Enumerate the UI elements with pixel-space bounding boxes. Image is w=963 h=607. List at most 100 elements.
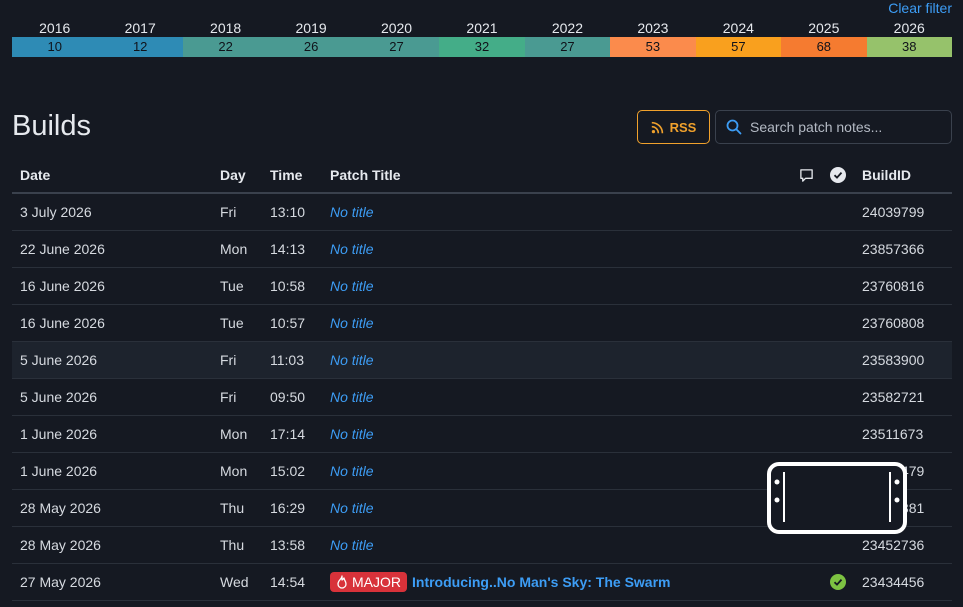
row-day: Thu	[220, 537, 245, 553]
column-date[interactable]: Date	[12, 167, 220, 183]
gaben-logo-icon	[767, 462, 907, 534]
year-count-bar[interactable]: 27	[524, 37, 611, 57]
row-buildid: 23434456	[862, 574, 925, 590]
search-box[interactable]	[715, 110, 952, 144]
table-row[interactable]: 22 June 2026 Mon 14:13 No title 23857366	[12, 231, 952, 268]
row-day: Tue	[220, 315, 244, 331]
row-time: 16:29	[270, 500, 306, 516]
year-2025[interactable]: 2025 68	[781, 20, 867, 57]
row-day: Mon	[220, 241, 248, 257]
table-header: Date Day Time Patch Title BuildID	[12, 158, 952, 194]
search-icon	[726, 119, 742, 135]
row-buildid: 23857366	[862, 241, 925, 257]
year-label: 2024	[722, 20, 754, 36]
patch-title-link[interactable]: No title	[330, 241, 374, 257]
year-2024[interactable]: 2024 57	[695, 20, 782, 57]
column-day[interactable]: Day	[220, 167, 270, 183]
year-2021[interactable]: 2021 32	[439, 20, 525, 57]
table-row[interactable]: 3 July 2026 Fri 13:10 No title 24039799	[12, 194, 952, 231]
table-row[interactable]: 16 June 2026 Tue 10:57 No title 23760808	[12, 305, 952, 342]
year-2026[interactable]: 2026 38	[866, 20, 952, 57]
row-date: 1 June 2026	[20, 426, 98, 442]
table-row[interactable]: 5 June 2026 Fri 11:03 No title 23583900	[12, 342, 952, 379]
check-circle-icon	[830, 167, 846, 183]
year-2016[interactable]: 2016 10	[12, 20, 98, 57]
row-time: 11:03	[270, 352, 304, 368]
year-timeline: 2016 10 2017 12 2018 22 2019 26 2020 27 …	[12, 20, 952, 57]
year-count-bar[interactable]: 38	[866, 37, 952, 57]
comment-icon	[799, 168, 813, 182]
year-count-bar[interactable]: 12	[97, 37, 183, 57]
year-label: 2020	[380, 20, 413, 36]
patch-title-link[interactable]: No title	[330, 278, 374, 294]
rss-label: RSS	[669, 119, 697, 135]
year-count-bar[interactable]: 53	[610, 37, 696, 57]
row-time: 15:02	[270, 463, 306, 479]
row-time: 13:10	[270, 204, 306, 220]
patch-title-link[interactable]: No title	[330, 204, 374, 220]
year-label: 2021	[466, 20, 498, 36]
table-row[interactable]: 1 June 2026 Mon 17:14 No title 23511673	[12, 416, 952, 453]
row-date: 16 June 2026	[20, 278, 105, 294]
row-buildid: 24039799	[862, 204, 925, 220]
patch-title-link[interactable]: Introducing..No Man's Sky: The Swarm	[412, 574, 670, 590]
row-time: 10:57	[270, 315, 306, 331]
fire-icon	[337, 575, 347, 589]
rss-icon	[651, 121, 663, 133]
year-2019[interactable]: 2019 26	[268, 20, 354, 57]
search-input[interactable]	[750, 119, 940, 135]
year-count-bar[interactable]: 57	[695, 37, 782, 57]
row-date: 5 June 2026	[20, 352, 98, 368]
year-2017[interactable]: 2017 12	[97, 20, 183, 57]
table-row[interactable]: 5 June 2026 Fri 09:50 No title 23582721	[12, 379, 952, 416]
patch-title-link[interactable]: No title	[330, 463, 374, 479]
row-date: 27 May 2026	[20, 574, 101, 590]
clear-filter-link[interactable]: Clear filter	[888, 0, 952, 16]
patch-title-link[interactable]: No title	[330, 352, 374, 368]
row-time: 14:13	[270, 241, 306, 257]
year-count-bar[interactable]: 22	[182, 37, 269, 57]
year-label: 2022	[551, 20, 584, 36]
row-buildid: 23582721	[862, 389, 925, 405]
patch-title-link[interactable]: No title	[330, 315, 374, 331]
page-title: Builds	[12, 110, 91, 142]
year-label: 2018	[210, 20, 242, 36]
year-2020[interactable]: 2020 27	[353, 20, 440, 57]
year-count-bar[interactable]: 26	[268, 37, 354, 57]
row-day: Tue	[220, 278, 244, 294]
year-count-bar[interactable]: 10	[12, 37, 98, 57]
gaben-info-watermark	[767, 462, 909, 556]
column-buildid[interactable]: BuildID	[854, 167, 952, 183]
row-day: Fri	[220, 352, 237, 368]
major-badge: MAJOR	[330, 572, 407, 592]
year-count-bar[interactable]: 68	[781, 37, 867, 57]
row-day: Thu	[220, 500, 245, 516]
row-date: 22 June 2026	[20, 241, 105, 257]
patch-title-link[interactable]: No title	[330, 500, 374, 516]
column-verified[interactable]	[822, 167, 854, 183]
rss-button[interactable]: RSS	[637, 110, 710, 144]
row-buildid: 23760816	[862, 278, 925, 294]
row-day: Mon	[220, 426, 248, 442]
year-count-bar[interactable]: 27	[353, 37, 440, 57]
row-time: 14:54	[270, 574, 306, 590]
year-2023[interactable]: 2023 53	[610, 20, 696, 57]
column-time[interactable]: Time	[270, 167, 330, 183]
row-day: Wed	[220, 574, 249, 590]
row-time: 10:58	[270, 278, 306, 294]
patch-title-link[interactable]: No title	[330, 537, 374, 553]
year-2022[interactable]: 2022 27	[524, 20, 611, 57]
column-patch-title[interactable]: Patch Title	[330, 167, 790, 183]
year-count-bar[interactable]: 32	[439, 37, 525, 57]
year-label: 2025	[808, 20, 840, 36]
year-label: 2023	[637, 20, 669, 36]
row-day: Fri	[220, 204, 237, 220]
column-comments[interactable]	[790, 168, 822, 183]
table-row[interactable]: 16 June 2026 Tue 10:58 No title 23760816	[12, 268, 952, 305]
year-2018[interactable]: 2018 22	[182, 20, 269, 57]
row-time: 17:14	[270, 426, 306, 442]
table-row[interactable]: 27 May 2026 Wed 14:54 MAJOR Introducing.…	[12, 564, 952, 601]
patch-title-link[interactable]: No title	[330, 426, 374, 442]
patch-title-link[interactable]: No title	[330, 389, 374, 405]
row-time: 09:50	[270, 389, 306, 405]
